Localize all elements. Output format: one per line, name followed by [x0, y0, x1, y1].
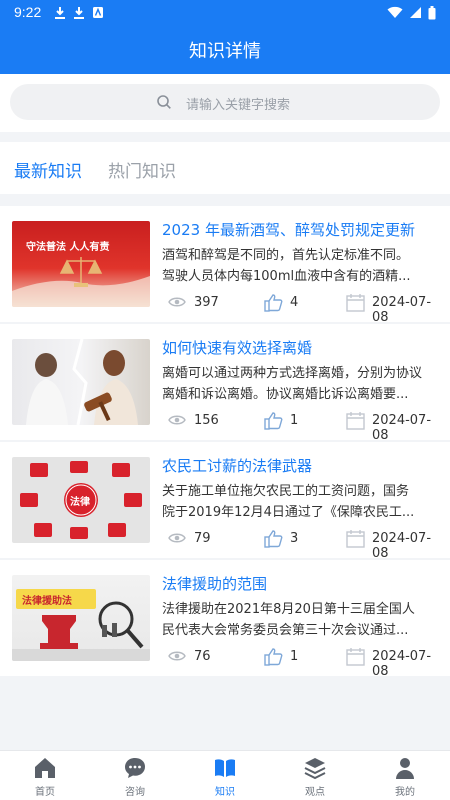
article-summary: 关于施工单位拖欠农民工的工资问题，国务 院于2019年12月4日通过了《保障农民… — [162, 484, 415, 520]
article-date: 2024-07-08 — [372, 649, 432, 679]
article-thumbnail: 守法普法 人人有责 — [12, 221, 150, 307]
like-count: 1 — [290, 413, 299, 428]
article-date: 2024-07-08 — [372, 531, 432, 561]
tabbar-item-profile[interactable]: 我的 — [360, 751, 450, 800]
search-placeholder: 请输入关键字搜索 — [186, 98, 291, 113]
book-icon — [215, 759, 235, 777]
layers-icon — [304, 758, 326, 780]
search-icon — [157, 95, 171, 109]
eye-icon — [168, 297, 186, 307]
battery-icon — [428, 6, 436, 20]
list-item[interactable]: 守法普法 人人有责 2023 年最新酒驾、醉驾处罚规定更新 酒驾和醉驾是不同的，… — [0, 206, 450, 325]
header-bar: 知识详情 — [0, 26, 450, 74]
legal-aid-image — [12, 589, 150, 661]
article-date: 2024-07-08 — [372, 413, 432, 443]
calendar-icon — [346, 648, 365, 666]
eye-icon — [168, 415, 186, 425]
article-title[interactable]: 如何快速有效选择离婚 — [162, 337, 444, 358]
like-count: 4 — [290, 295, 299, 310]
thumbnail-caption: 守法普法 人人有责 — [26, 242, 110, 253]
search-area: 请输入关键字搜索 — [0, 74, 450, 132]
thumbs-up-icon[interactable] — [264, 411, 284, 430]
status-notification-icons — [54, 6, 104, 19]
calendar-icon — [346, 294, 365, 312]
list-item[interactable]: 法律援助法 法律援助的范围 法律援助在2021年8月20日第十三届全国人 民代表… — [0, 560, 450, 679]
search-input[interactable]: 请输入关键字搜索 — [10, 84, 440, 120]
article-title[interactable]: 2023 年最新酒驾、醉驾处罚规定更新 — [162, 219, 444, 240]
bottom-tab-bar: 首页 咨询 知识 观点 我的 — [0, 750, 450, 800]
article-meta: 79 3 2024-07-08 — [168, 529, 446, 561]
view-count: 397 — [194, 295, 219, 310]
thumbnail-caption: 法律 — [70, 497, 90, 508]
app-notification-icon — [93, 7, 103, 18]
law-scale-image — [12, 257, 150, 307]
status-time: 9:22 — [14, 4, 42, 20]
article-summary: 酒驾和醉驾是不同的，首先认定标准不同。 驾驶人员体内每100ml血液中含有的酒精… — [162, 248, 411, 284]
tab-latest[interactable]: 最新知识 — [14, 157, 82, 182]
page-title: 知识详情 — [189, 41, 261, 62]
eye-icon — [168, 651, 186, 661]
tabbar-item-knowledge[interactable]: 知识 — [180, 751, 270, 800]
article-title[interactable]: 法律援助的范围 — [162, 573, 444, 594]
home-icon — [35, 758, 55, 778]
wifi-icon — [387, 6, 403, 18]
article-summary: 法律援助在2021年8月20日第十三届全国人 民代表大会常务委员会第三十次会议通… — [162, 602, 415, 638]
user-icon — [396, 758, 414, 779]
download-icon — [74, 7, 84, 19]
thumbs-up-icon[interactable] — [264, 529, 284, 548]
like-count: 3 — [290, 531, 299, 546]
view-count: 79 — [194, 531, 211, 546]
tab-popular[interactable]: 热门知识 — [108, 157, 176, 182]
article-date: 2024-07-08 — [372, 295, 432, 325]
article-thumbnail: 法律援助法 — [12, 575, 150, 661]
signal-icon — [410, 7, 421, 18]
article-meta: 397 4 2024-07-08 — [168, 293, 446, 325]
article-title[interactable]: 农民工讨薪的法律武器 — [162, 455, 444, 476]
download-icon — [55, 7, 65, 19]
view-count: 156 — [194, 413, 219, 428]
tabbar-item-consult[interactable]: 咨询 — [90, 751, 180, 800]
article-meta: 76 1 2024-07-08 — [168, 647, 446, 679]
eye-icon — [168, 533, 186, 543]
tabbar-item-home[interactable]: 首页 — [0, 751, 90, 800]
divorce-image — [26, 339, 138, 425]
status-system-icons — [387, 6, 436, 20]
article-thumbnail — [12, 339, 150, 425]
thumbs-up-icon[interactable] — [264, 647, 284, 666]
like-count: 1 — [290, 649, 299, 664]
list-item[interactable]: 如何快速有效选择离婚 离婚可以通过两种方式选择离婚，分别为协议 离婚和诉讼离婚。… — [0, 324, 450, 443]
list-item[interactable]: 法律 农民工讨薪的法律武器 关于施工单位拖欠农民工的工资问题，国务 院于2019… — [0, 442, 450, 561]
view-count: 76 — [194, 649, 211, 664]
knowledge-tabs: 最新知识 热门知识 — [0, 142, 450, 194]
status-bar: 9:22 — [0, 0, 450, 26]
article-summary: 离婚可以通过两种方式选择离婚，分别为协议 离婚和诉讼离婚。协议离婚比诉讼离婚要.… — [162, 366, 423, 402]
thumbs-up-icon[interactable] — [264, 293, 284, 312]
thumbnail-caption: 法律援助法 — [22, 596, 72, 607]
calendar-icon — [346, 530, 365, 548]
article-meta: 156 1 2024-07-08 — [168, 411, 446, 443]
calendar-icon — [346, 412, 365, 430]
article-thumbnail: 法律 — [12, 457, 150, 543]
tabbar-item-viewpoint[interactable]: 观点 — [270, 751, 360, 800]
chat-icon — [125, 758, 145, 778]
